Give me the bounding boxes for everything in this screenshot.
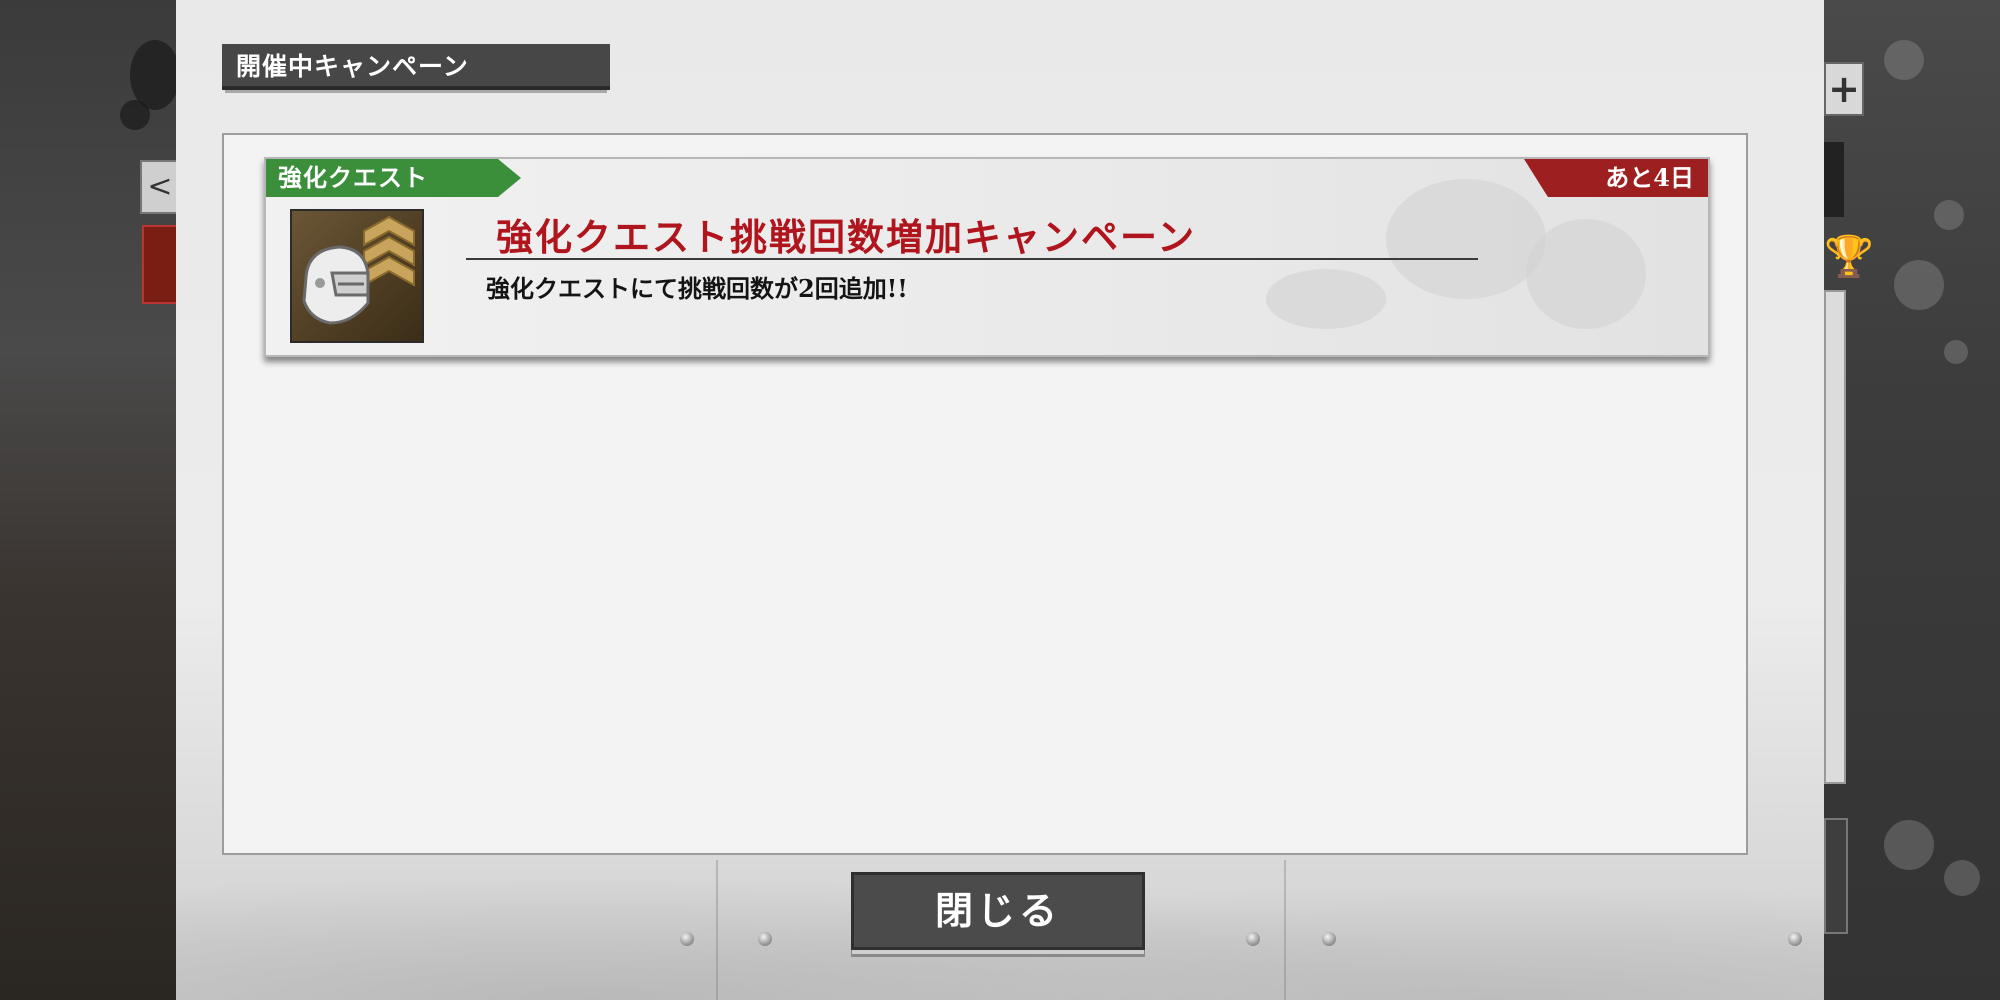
dialog-title: 開催中キャンペーン xyxy=(222,44,610,90)
background-panel-edge xyxy=(1824,290,1846,784)
campaign-description: 強化クエストにて挑戦回数が2回追加!! xyxy=(486,274,908,303)
add-button[interactable]: + xyxy=(1824,62,1864,116)
background-red-tile xyxy=(142,225,180,304)
trophy-icon: 🏆 xyxy=(1824,234,1874,280)
dialog-seam xyxy=(1284,860,1286,1000)
campaign-remaining-tag: あと4日 xyxy=(1524,159,1708,197)
campaign-dialog: 開催中キャンペーン 強化クエスト あと4日 強化クエスト挑戦回数増加キャンペーン… xyxy=(176,0,1824,1000)
rivet xyxy=(1246,932,1260,946)
rivet xyxy=(1788,932,1802,946)
campaign-list: 強化クエスト あと4日 強化クエスト挑戦回数増加キャンペーン 強化クエストにて挑… xyxy=(222,133,1748,855)
background-lower-tile xyxy=(1824,818,1848,934)
campaign-title: 強化クエスト挑戦回数増加キャンペーン xyxy=(496,215,1197,259)
title-divider xyxy=(466,258,1478,260)
campaign-category-tag: 強化クエスト xyxy=(266,159,521,197)
dialog-seam xyxy=(716,860,718,1000)
background-left: < xyxy=(0,0,180,1000)
back-button[interactable]: < xyxy=(140,160,180,214)
rivet xyxy=(680,932,694,946)
campaign-card[interactable]: 強化クエスト あと4日 強化クエスト挑戦回数増加キャンペーン 強化クエストにて挑… xyxy=(264,157,1710,357)
screen: < + 🏆 開催中キャンペーン 強化クエスト あと4日 強化クエスト挑戦回数増加… xyxy=(0,0,2000,1000)
rivet xyxy=(1322,932,1336,946)
rivet xyxy=(758,932,772,946)
background-right: + 🏆 xyxy=(1824,0,2000,1000)
background-dark-tile xyxy=(1824,142,1844,217)
close-button[interactable]: 閉じる xyxy=(851,872,1145,950)
helmet-chevron-icon xyxy=(290,209,424,343)
